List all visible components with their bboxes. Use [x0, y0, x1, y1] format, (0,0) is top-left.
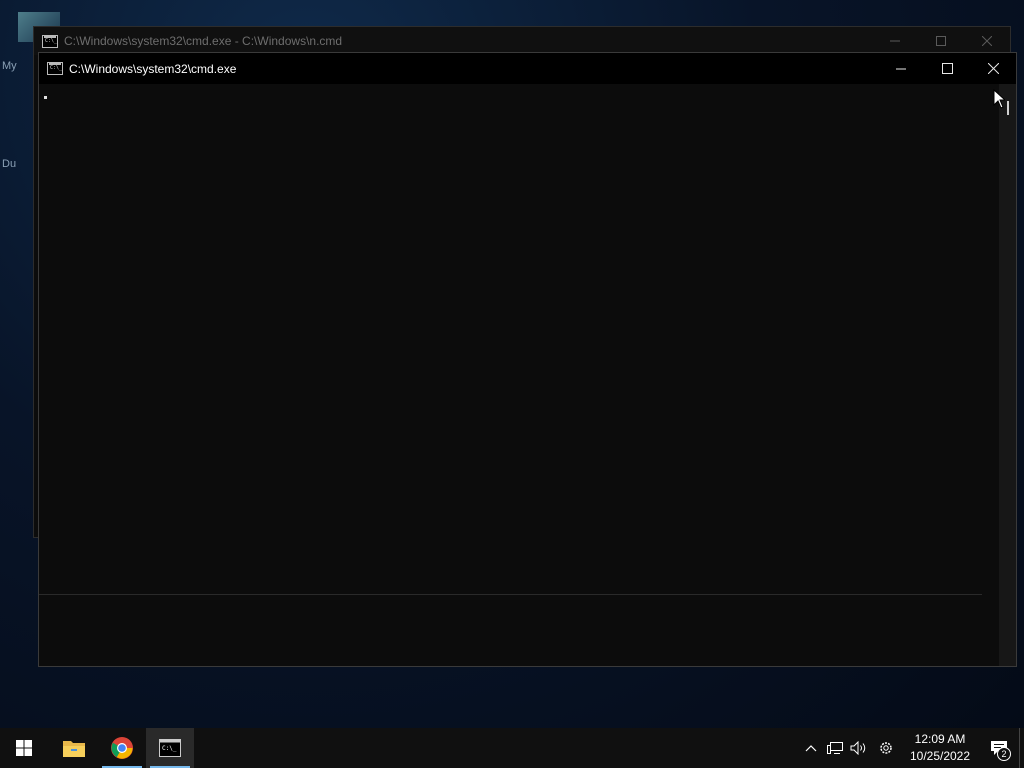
cmd-icon[interactable]: C:\_ [47, 62, 63, 75]
maximize-button[interactable] [918, 27, 964, 55]
show-desktop-button[interactable] [1019, 728, 1024, 768]
window-title: C:\Windows\system32\cmd.exe [69, 61, 237, 76]
network-button[interactable] [823, 728, 847, 768]
svg-text:C:\_: C:\_ [162, 745, 177, 752]
taskbar-file-explorer[interactable] [50, 728, 98, 768]
scrollbar-thumb[interactable] [1007, 101, 1009, 115]
clock-date: 10/25/2022 [909, 749, 971, 763]
close-icon [987, 63, 999, 74]
close-button[interactable] [964, 27, 1010, 55]
minimize-icon [890, 40, 900, 42]
show-hidden-icons-button[interactable] [799, 728, 823, 768]
maximize-button[interactable] [924, 53, 970, 84]
console-divider [39, 594, 982, 595]
window-titlebar[interactable]: C:\_ C:\Windows\system32\cmd.exe [39, 53, 1016, 84]
network-icon [827, 742, 843, 754]
close-button[interactable] [970, 53, 1016, 84]
cmd-icon: C:\_ [159, 739, 181, 757]
start-button[interactable] [0, 728, 48, 768]
system-tray: 12:09 AM 10/25/2022 2 [799, 728, 1024, 768]
desktop-icon-label: Du [2, 158, 17, 170]
desktop-icon-label: My [2, 60, 17, 72]
taskbar-chrome[interactable] [98, 728, 146, 768]
start-icon [16, 740, 32, 756]
cmd-icon: C:\_ [42, 34, 58, 48]
taskbar-clock[interactable]: 12:09 AM 10/25/2022 [905, 731, 975, 765]
volume-icon [850, 741, 866, 755]
minimize-button[interactable] [872, 27, 918, 55]
settings-icon [880, 742, 892, 754]
chrome-icon [111, 737, 133, 759]
maximize-icon [941, 63, 953, 74]
vertical-scrollbar[interactable] [999, 84, 1016, 666]
clock-time: 12:09 AM [914, 732, 966, 746]
window-titlebar[interactable]: C:\_ C:\Windows\system32\cmd.exe - C:\Wi… [34, 27, 1010, 55]
settings-button[interactable] [871, 728, 901, 768]
minimize-button[interactable] [878, 53, 924, 84]
maximize-icon [936, 36, 946, 46]
minimize-icon [896, 68, 906, 69]
action-center-button[interactable]: 2 [979, 728, 1019, 768]
file-explorer-icon [63, 741, 85, 757]
close-icon [982, 36, 992, 46]
chevron-up-icon [805, 745, 817, 752]
notification-count-badge: 2 [997, 747, 1011, 761]
text-cursor [44, 96, 47, 99]
window-title: C:\Windows\system32\cmd.exe - C:\Windows… [64, 34, 343, 48]
taskbar: C:\_ 12:09 AM 10/25/2022 2 [0, 728, 1024, 768]
volume-button[interactable] [847, 728, 871, 768]
console-output[interactable] [39, 84, 999, 666]
cmd-window[interactable]: C:\_ C:\Windows\system32\cmd.exe [38, 52, 1017, 667]
mouse-pointer-icon [993, 89, 1005, 109]
taskbar-cmd[interactable]: C:\_ [146, 728, 194, 768]
